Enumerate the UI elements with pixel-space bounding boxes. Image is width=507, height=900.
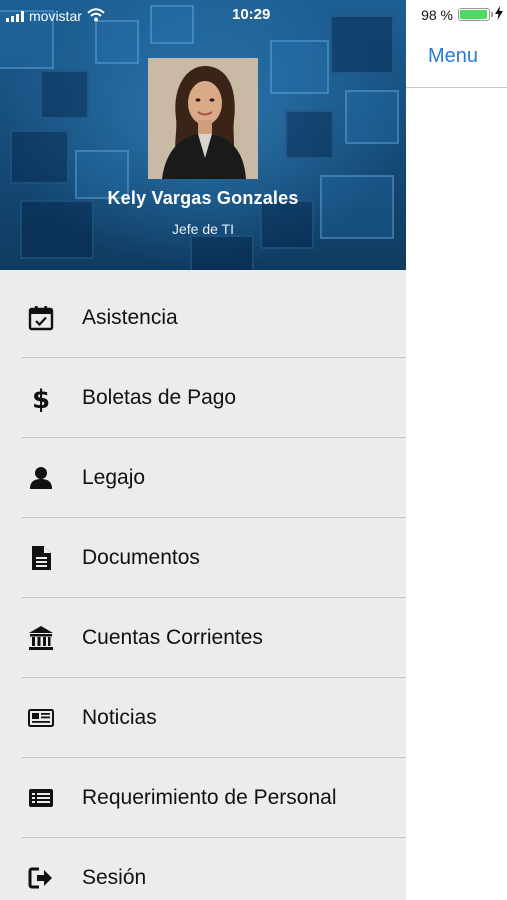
profile-name: Kely Vargas Gonzales — [107, 188, 299, 208]
bg-tile — [270, 40, 329, 94]
menu-item-requerimiento-de-personal[interactable]: Requerimiento de Personal — [0, 758, 406, 838]
menu-item-label: Requerimiento de Personal — [82, 786, 337, 809]
bg-tile — [40, 70, 89, 119]
side-drawer: Kely Vargas Gonzales Jefe de TI Asistenc… — [0, 0, 406, 900]
menu-item-label: Documentos — [82, 546, 200, 569]
bank-icon — [26, 623, 56, 653]
menu-item-label: Legajo — [82, 466, 146, 489]
bg-tile — [10, 130, 69, 184]
menu-item-noticias[interactable]: Noticias — [0, 678, 406, 758]
status-time: 10:29 — [232, 6, 271, 23]
carrier-name: movistar — [29, 8, 82, 24]
status-carrier: movistar — [6, 6, 105, 26]
menu-item-label: Boletas de Pago — [82, 386, 237, 409]
signal-icon — [6, 10, 24, 22]
menu-item-documentos[interactable]: Documentos — [0, 518, 406, 598]
battery-icon — [458, 8, 493, 21]
sign-out-icon — [26, 863, 56, 893]
bg-tile — [95, 20, 139, 64]
menu-item-sesion[interactable]: Sesión — [0, 838, 406, 900]
calendar-check-icon — [26, 303, 56, 333]
menu-item-boletas-de-pago[interactable]: $ Boletas de Pago — [0, 358, 406, 438]
profile-header: Kely Vargas Gonzales Jefe de TI — [0, 0, 406, 270]
menu-item-cuentas-corrientes[interactable]: Cuentas Corrientes — [0, 598, 406, 678]
menu-item-label: Asistencia — [82, 306, 178, 329]
dollar-icon: $ — [26, 383, 56, 413]
wifi-icon — [87, 7, 105, 25]
bg-tile — [345, 90, 399, 144]
svg-text:$: $ — [32, 385, 50, 412]
avatar — [148, 58, 258, 179]
battery-percent: 98 % — [421, 6, 453, 23]
bg-tile — [190, 235, 254, 270]
newspaper-icon — [26, 703, 56, 733]
bg-tile — [330, 15, 394, 74]
menu-button[interactable]: Menu — [428, 45, 478, 68]
menu-item-legajo[interactable]: Legajo — [0, 438, 406, 518]
bg-tile — [285, 110, 334, 159]
menu-item-label: Noticias — [82, 706, 157, 729]
menu-item-label: Sesión — [82, 866, 147, 889]
status-battery: 98 % — [421, 6, 503, 23]
profile-role: Jefe de TI — [171, 221, 234, 237]
bg-tile — [150, 5, 194, 44]
menu-item-label: Cuentas Corrientes — [82, 626, 263, 649]
navigation-bar: Menu — [406, 27, 507, 88]
user-icon — [26, 463, 56, 493]
document-icon — [26, 543, 56, 573]
list-card-icon — [26, 783, 56, 813]
menu-item-asistencia[interactable]: Asistencia — [0, 278, 406, 358]
charging-icon — [495, 6, 503, 23]
menu-list: Asistencia $ Boletas de Pago Legajo Docu… — [0, 278, 406, 900]
